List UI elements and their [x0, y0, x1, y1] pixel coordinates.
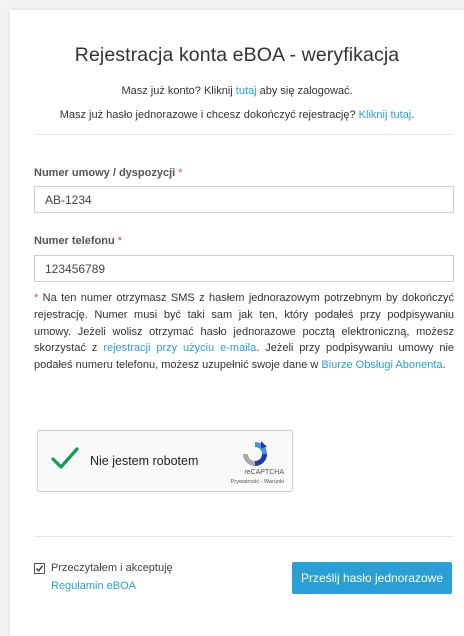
login-prompt-text: Masz już konto? Kliknij: [121, 85, 236, 97]
recaptcha-terms-link[interactable]: Prywatność - Warunki: [231, 479, 284, 485]
contract-label: Numer umowy / dyspozycji *: [34, 167, 183, 179]
recaptcha-widget: Nie jestem robotem reCAPTCHA Prywatność …: [37, 430, 293, 492]
terms-agree-text: Przeczytałem i akceptuję: [51, 562, 173, 574]
phone-label: Numer telefonu *: [34, 235, 122, 247]
send-otp-button[interactable]: Prześlij hasło jednorazowe: [292, 562, 452, 594]
login-link[interactable]: tutaj: [236, 85, 257, 97]
contract-label-text: Numer umowy / dyspozycji: [34, 167, 176, 179]
recaptcha-label: Nie jestem robotem: [90, 454, 199, 468]
check-icon: [51, 447, 79, 469]
phone-number-input[interactable]: [34, 255, 454, 282]
login-prompt-text-after: aby się zalogować.: [256, 85, 353, 97]
otp-prompt: Masz już hasło jednorazowe i chcesz doko…: [10, 109, 464, 121]
registration-card: Rejestracja konta eBOA - weryfikacja Mas…: [10, 10, 464, 636]
recaptcha-brand: reCAPTCHA: [244, 469, 284, 476]
recaptcha-checkbox[interactable]: [51, 446, 79, 475]
checkbox-check-icon: [35, 565, 44, 572]
otp-prompt-end: .: [411, 109, 415, 121]
phone-label-text: Numer telefonu: [34, 235, 115, 247]
contract-number-input[interactable]: [34, 186, 454, 213]
footer-divider: [34, 536, 454, 537]
terms-checkbox[interactable]: [34, 563, 45, 574]
sms-info-note: * Na ten numer otrzymasz SMS z hasłem je…: [34, 290, 454, 374]
email-registration-link[interactable]: rejestracji przy użyciu e-maila: [103, 342, 256, 354]
header-divider: [34, 134, 454, 135]
required-mark: *: [178, 167, 183, 179]
customer-office-link[interactable]: Biurze Obsługi Abonenta: [321, 359, 442, 371]
login-prompt: Masz już konto? Kliknij tutaj aby się za…: [10, 85, 464, 97]
note-text-3: .: [442, 359, 446, 372]
page-title: Rejestracja konta eBOA - weryfikacja: [74, 44, 400, 66]
otp-prompt-text: Masz już hasło jednorazowe i chcesz doko…: [59, 109, 359, 121]
otp-link[interactable]: Kliknij tutaj: [359, 109, 412, 121]
required-mark: *: [117, 235, 123, 247]
terms-link[interactable]: Regulamin eBOA: [51, 580, 136, 592]
